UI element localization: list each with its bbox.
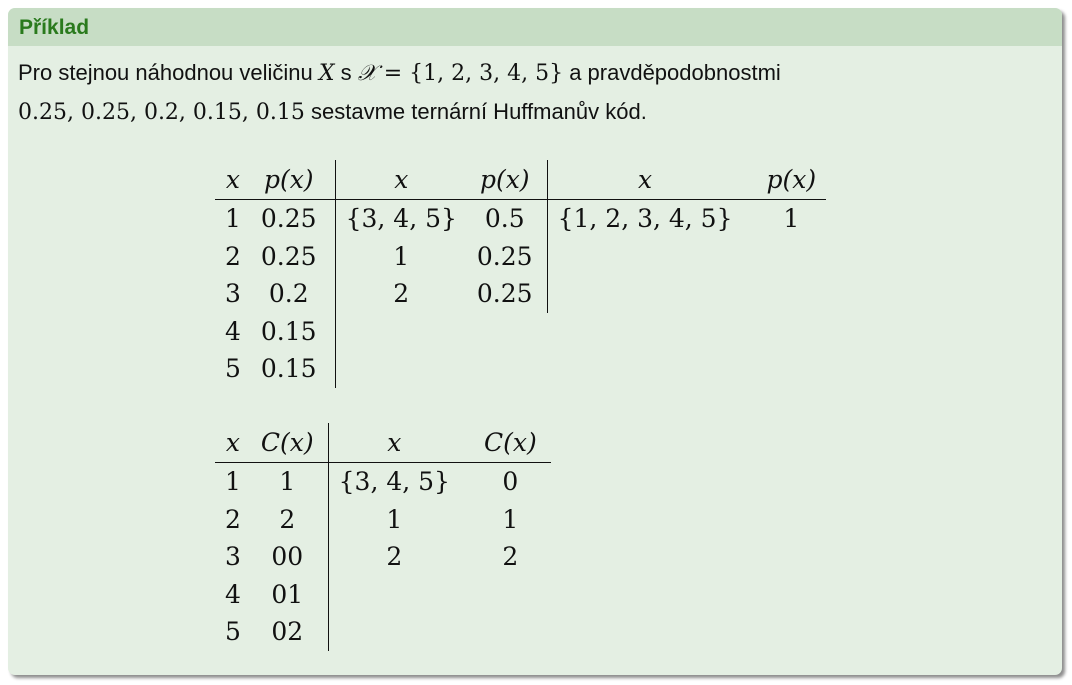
intro-text: Pro stejnou náhodnou veličinu X s 𝒳 = {1…	[18, 54, 1048, 132]
header-cx-1: C(x)	[250, 423, 329, 463]
table-row: 4 0.15	[215, 312, 827, 351]
header-x-1: x	[215, 423, 251, 463]
cell: 4	[225, 316, 241, 346]
table-header-row: x p(x) x p(x) x p(x)	[215, 160, 827, 200]
cell	[743, 350, 827, 388]
cell: 00	[250, 538, 329, 576]
table-row: 3 00 2 2	[215, 538, 551, 576]
table-row: 1 0.25 {3, 4, 5} 0.5 {1, 2, 3, 4, 5} 1	[215, 199, 826, 238]
cell	[460, 613, 551, 651]
cell: 5	[225, 617, 241, 647]
cell: 1	[225, 467, 241, 497]
cell	[547, 313, 742, 351]
cell: 0.25	[466, 275, 548, 313]
code-table: x C(x) x C(x) 1 1 {3, 4, 5} 0 2 2 1 1 3 …	[215, 423, 551, 651]
cell: 0	[502, 467, 519, 497]
block-title: Příklad	[8, 8, 1062, 46]
cell: 1	[225, 204, 241, 234]
table-row: 2 0.25 1 0.25	[215, 237, 827, 276]
example-block: Příklad Pro stejnou náhodnou veličinu X …	[8, 8, 1062, 675]
cell	[743, 313, 827, 351]
cell	[460, 576, 551, 614]
intro-text-part-1: Pro stejnou náhodnou veličinu	[18, 60, 319, 85]
header-x-2: x	[335, 160, 467, 200]
cell	[328, 613, 460, 651]
table-row: 2 2 1 1	[215, 500, 551, 538]
probabilities-list: 0.25, 0.25, 0.2, 0.15, 0.15	[18, 100, 305, 125]
table-row: 5 02	[215, 613, 551, 651]
cell	[335, 313, 467, 351]
random-variable: X	[318, 61, 335, 86]
cell	[328, 576, 460, 614]
cell: 2	[250, 500, 329, 538]
cell: {3, 4, 5}	[338, 467, 450, 497]
cell: 5	[225, 354, 241, 384]
table-row: 5 0.15	[215, 350, 826, 388]
table-header-row: x C(x) x C(x)	[215, 423, 551, 463]
table-row: 1 1 {3, 4, 5} 0	[215, 462, 551, 501]
probability-table: x p(x) x p(x) x p(x) 1 0.25 {3, 4, 5} 0.…	[215, 160, 827, 388]
intro-text-part-4: sestavme ternární Huffmanův kód.	[304, 99, 647, 124]
header-x-1: x	[215, 160, 251, 200]
cell: 0.25	[250, 237, 336, 275]
cell: 02	[250, 613, 329, 651]
cell: 2	[502, 542, 519, 572]
cell	[467, 350, 547, 388]
alphabet-symbol: 𝒳	[357, 61, 377, 86]
cell: 3	[225, 542, 241, 572]
cell: 2	[386, 542, 403, 572]
cell: 4	[225, 579, 241, 609]
cell: 01	[250, 575, 329, 613]
intro-text-part-2: s	[334, 60, 358, 85]
cell	[547, 238, 742, 276]
cell: 2	[225, 504, 241, 534]
cell: 0.2	[250, 275, 336, 313]
table-row: 3 0.2 2 0.25	[215, 275, 826, 313]
cell: 1	[386, 504, 403, 534]
cell	[547, 350, 742, 388]
cell	[743, 275, 827, 313]
cell: 0.25	[250, 199, 336, 238]
cell	[335, 350, 467, 388]
header-x-2: x	[328, 423, 460, 463]
cell: 1	[783, 204, 800, 234]
header-px-3: p(x)	[742, 160, 827, 200]
header-x-3: x	[547, 160, 743, 200]
intro-text-part-3: a pravděpodobnostmi	[563, 60, 781, 85]
alphabet-definition: = {1, 2, 3, 4, 5}	[376, 61, 564, 86]
cell: 0.5	[466, 199, 548, 238]
cell: 1	[393, 241, 410, 271]
header-px-2: p(x)	[466, 160, 548, 200]
cell: 2	[393, 279, 410, 309]
cell: 2	[225, 241, 241, 271]
cell: 0.15	[250, 350, 336, 388]
cell: 1	[502, 504, 519, 534]
header-cx-2: C(x)	[459, 423, 551, 463]
cell	[743, 238, 827, 276]
cell: {3, 4, 5}	[345, 204, 457, 234]
cell	[547, 275, 742, 313]
cell: 0.15	[250, 312, 336, 350]
cell: 1	[250, 462, 329, 501]
cell	[467, 313, 547, 351]
table-row: 4 01	[215, 575, 551, 614]
header-px-1: p(x)	[250, 160, 336, 200]
cell: 0.25	[466, 237, 548, 275]
cell: {1, 2, 3, 4, 5}	[557, 204, 733, 234]
cell: 3	[225, 279, 241, 309]
